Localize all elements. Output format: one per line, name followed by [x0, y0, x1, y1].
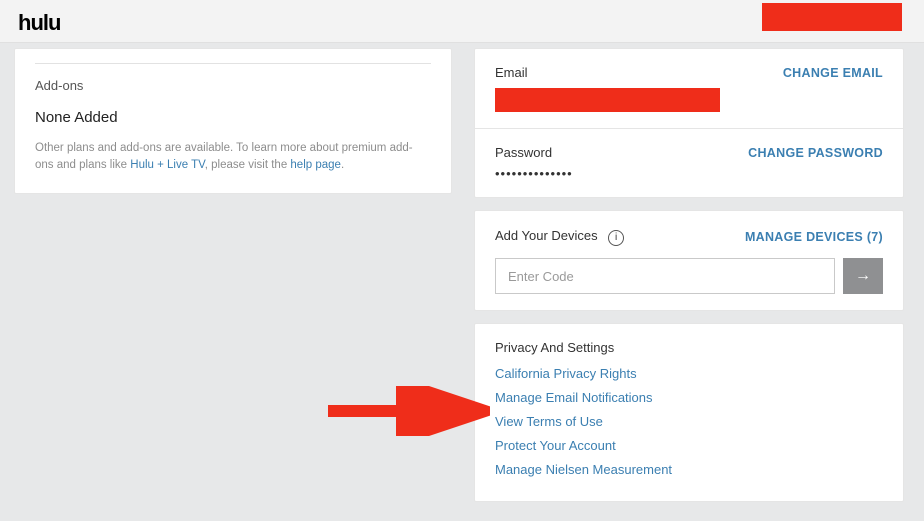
- list-item: Protect Your Account: [495, 437, 883, 455]
- email-label: Email: [495, 65, 528, 80]
- hulu-logo: hulu: [18, 10, 60, 36]
- addons-desc-mid: , please visit the: [205, 159, 291, 171]
- list-item: View Terms of Use: [495, 413, 883, 431]
- list-item: California Privacy Rights: [495, 365, 883, 383]
- device-code-input[interactable]: [495, 258, 835, 294]
- annotation-arrow-icon: [320, 386, 490, 436]
- california-privacy-link[interactable]: California Privacy Rights: [495, 366, 637, 381]
- addons-label: Add-ons: [35, 78, 431, 93]
- privacy-links-list: California Privacy Rights Manage Email N…: [495, 365, 883, 479]
- submit-code-button[interactable]: →: [843, 258, 883, 294]
- email-section: Email CHANGE EMAIL: [475, 49, 903, 128]
- addons-card: Add-ons None Added Other plans and add-o…: [14, 48, 452, 194]
- manage-email-notifications-link[interactable]: Manage Email Notifications: [495, 390, 653, 405]
- password-label: Password: [495, 145, 552, 160]
- protect-account-link[interactable]: Protect Your Account: [495, 438, 616, 453]
- hulu-live-tv-link[interactable]: Hulu + Live TV: [130, 159, 204, 171]
- list-item: Manage Email Notifications: [495, 389, 883, 407]
- addons-desc-suffix: .: [341, 159, 344, 171]
- redacted-account-name: [762, 3, 902, 31]
- top-bar: hulu: [0, 0, 924, 43]
- privacy-title: Privacy And Settings: [495, 340, 883, 355]
- password-mask: ••••••••••••••: [495, 166, 883, 181]
- devices-card: Add Your Devices i MANAGE DEVICES (7) →: [474, 210, 904, 311]
- password-section: Password CHANGE PASSWORD ••••••••••••••: [475, 129, 903, 197]
- redacted-email-value: [495, 88, 720, 112]
- info-icon[interactable]: i: [608, 230, 624, 246]
- account-card: Email CHANGE EMAIL Password CHANGE PASSW…: [474, 48, 904, 198]
- nielsen-measurement-link[interactable]: Manage Nielsen Measurement: [495, 462, 672, 477]
- manage-devices-button[interactable]: MANAGE DEVICES (7): [745, 230, 883, 244]
- addons-description: Other plans and add-ons are available. T…: [35, 140, 431, 175]
- view-terms-link[interactable]: View Terms of Use: [495, 414, 603, 429]
- devices-label: Add Your Devices: [495, 228, 598, 243]
- divider: [35, 63, 431, 64]
- help-page-link[interactable]: help page: [290, 159, 341, 171]
- change-email-button[interactable]: CHANGE EMAIL: [783, 66, 883, 80]
- privacy-card: Privacy And Settings California Privacy …: [474, 323, 904, 502]
- addons-none: None Added: [35, 109, 431, 126]
- change-password-button[interactable]: CHANGE PASSWORD: [748, 146, 883, 160]
- list-item: Manage Nielsen Measurement: [495, 461, 883, 479]
